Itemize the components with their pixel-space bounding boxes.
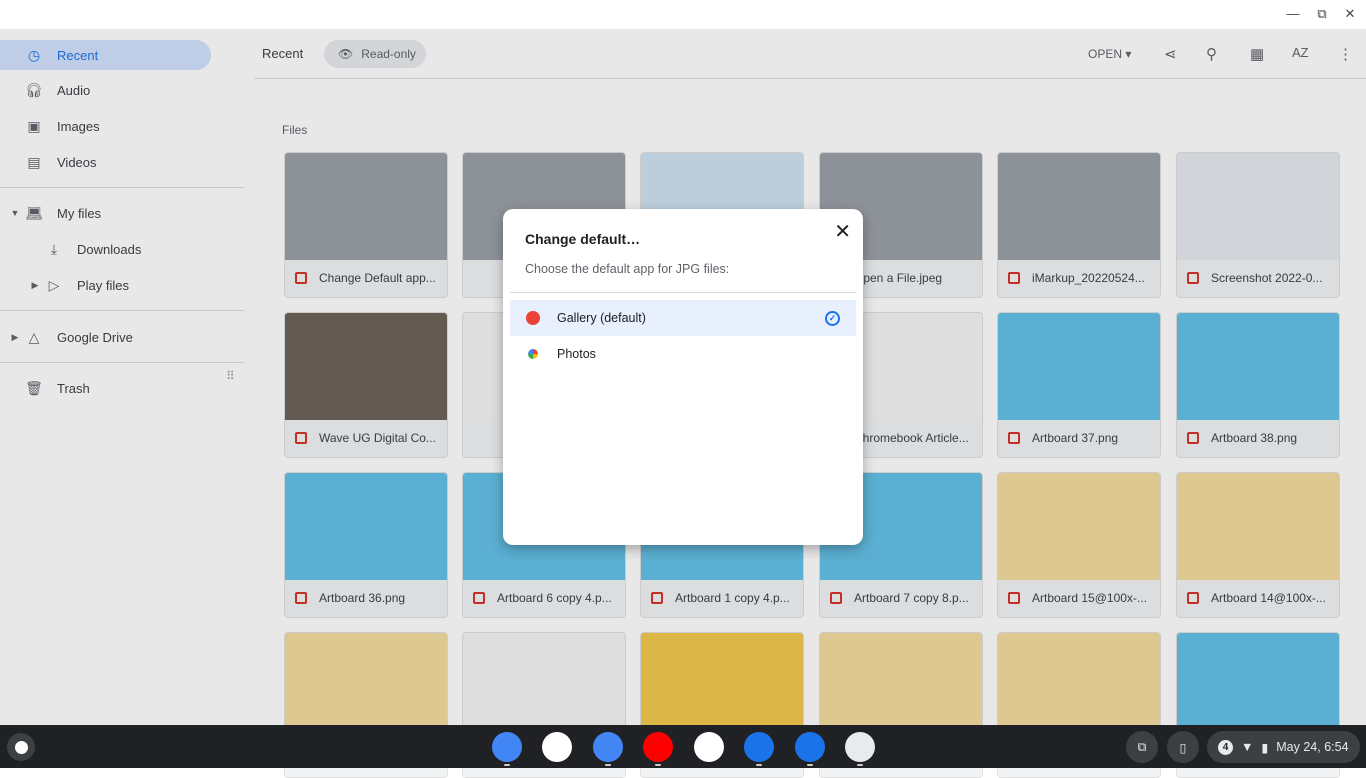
notification-count: 4 xyxy=(1218,739,1233,755)
screen-capture-icon[interactable]: ⧉ xyxy=(1126,731,1158,763)
docs-app-icon[interactable] xyxy=(593,732,623,762)
photos-icon xyxy=(528,349,538,359)
datetime: May 24, 6:54 xyxy=(1276,740,1349,754)
title-bar: — ⧉ ✕ xyxy=(0,0,1366,29)
youtube-app-icon[interactable] xyxy=(643,732,673,762)
files-app-icon[interactable] xyxy=(795,732,825,762)
running-indicator xyxy=(857,764,863,766)
launcher-button[interactable] xyxy=(7,733,35,761)
divider xyxy=(510,292,856,293)
gmail-app-icon[interactable] xyxy=(542,732,572,762)
close-icon[interactable]: ✕ xyxy=(834,219,851,244)
check-icon: ✓ xyxy=(825,310,840,326)
markup-app-icon[interactable] xyxy=(845,732,875,762)
chrome-app-icon[interactable] xyxy=(492,732,522,762)
play-store-app-icon[interactable] xyxy=(694,732,724,762)
running-indicator xyxy=(807,764,813,766)
close-icon[interactable]: ✕ xyxy=(1341,6,1359,22)
minimize-icon[interactable]: — xyxy=(1284,6,1302,21)
wifi-icon: ▼ xyxy=(1241,740,1254,754)
battery-icon: ▮ xyxy=(1261,740,1269,755)
dialog-title: Change default… xyxy=(525,231,641,247)
gallery-icon xyxy=(526,311,540,325)
running-indicator xyxy=(655,764,661,766)
messages-app-icon[interactable] xyxy=(744,732,774,762)
status-tray[interactable]: 4 ▼ ▮ May 24, 6:54 xyxy=(1207,731,1360,763)
phone-hub-icon[interactable]: ▯ xyxy=(1167,731,1199,763)
change-default-dialog: Change default… ✕ Choose the default app… xyxy=(503,209,863,545)
shelf: ⧉ ▯ 4 ▼ ▮ May 24, 6:54 xyxy=(0,725,1366,768)
dialog-subtitle: Choose the default app for JPG files: xyxy=(525,262,730,276)
option-gallery[interactable]: Gallery (default) ✓ xyxy=(510,300,856,336)
running-indicator xyxy=(756,764,762,766)
running-indicator xyxy=(504,764,510,766)
running-indicator xyxy=(605,764,611,766)
restore-icon[interactable]: ⧉ xyxy=(1313,6,1331,22)
option-photos[interactable]: Photos xyxy=(510,336,856,372)
